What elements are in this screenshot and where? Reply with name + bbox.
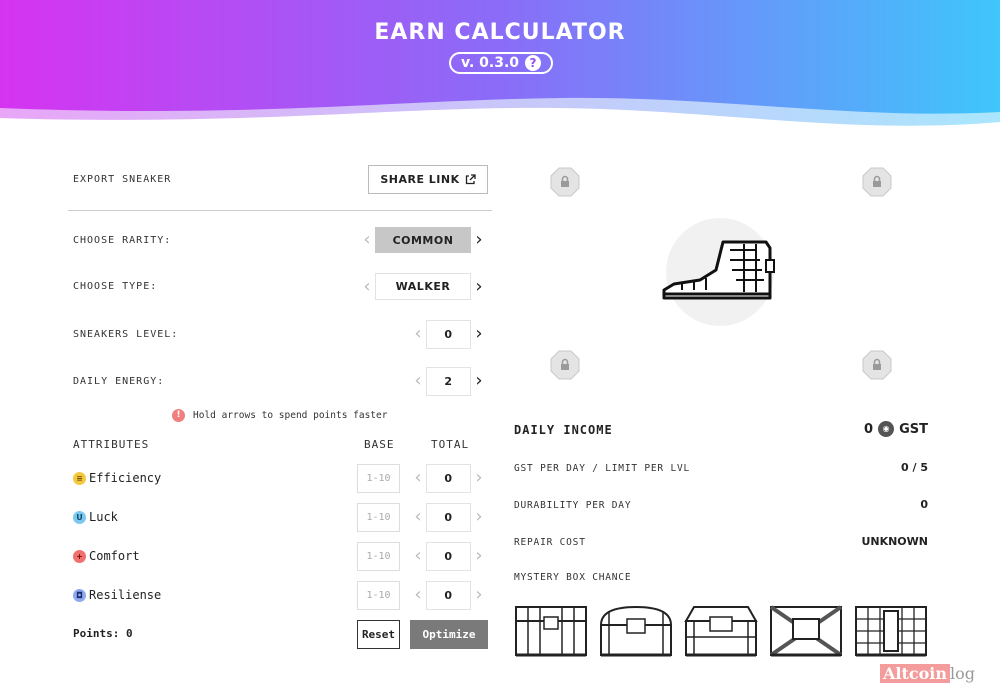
mystery-box-3-icon (684, 606, 758, 657)
mystery-box-1-icon (515, 606, 587, 657)
gem-slot-lock-icon[interactable] (550, 350, 580, 380)
luck-icon: U (73, 510, 86, 524)
page-title: EARN CALCULATOR (374, 20, 626, 45)
points-remaining: Points: 0 (73, 627, 133, 640)
gem-slot-lock-icon[interactable] (862, 167, 892, 197)
export-sneaker-label: EXPORT SNEAKER (73, 174, 172, 185)
share-link-button[interactable]: SHARE LINK (368, 165, 488, 194)
optimize-button[interactable]: Optimize (410, 620, 488, 649)
mystery-box-2-icon (599, 605, 673, 657)
rarity-label: CHOOSE RARITY: (73, 235, 172, 246)
level-prev-arrow[interactable]: ‹ (412, 325, 424, 343)
level-label: SNEAKERS LEVEL: (73, 329, 179, 340)
resilience-next-arrow[interactable]: › (473, 586, 485, 604)
sneaker-icon (662, 240, 775, 300)
total-header: TOTAL (431, 438, 470, 451)
rarity-prev-arrow[interactable]: ‹ (361, 231, 373, 249)
rarity-value: COMMON (375, 227, 471, 253)
type-label: CHOOSE TYPE: (73, 281, 158, 292)
level-next-arrow[interactable]: › (473, 325, 485, 343)
watermark: Altcoin log (880, 664, 975, 683)
base-header: BASE (364, 438, 395, 451)
daily-income-label: DAILY INCOME (514, 423, 613, 437)
resilience-total: 0 (426, 581, 471, 610)
attribute-name: Comfort (89, 549, 140, 563)
section-divider (68, 210, 492, 211)
type-prev-arrow[interactable]: ‹ (361, 278, 373, 296)
comfort-next-arrow[interactable]: › (473, 547, 485, 565)
header-banner: EARN CALCULATOR v. 0.3.0 ? (0, 0, 1000, 140)
gem-slot-lock-icon[interactable] (862, 350, 892, 380)
warning-icon: ! (172, 409, 185, 422)
attributes-header: ATTRIBUTES (73, 438, 150, 451)
comfort-icon: + (73, 549, 86, 563)
attribute-efficiency: ≡ Efficiency (73, 471, 161, 485)
luck-prev-arrow[interactable]: ‹ (412, 508, 424, 526)
daily-income-currency: GST (899, 421, 928, 437)
attribute-name: Luck (89, 510, 118, 524)
gem-slot-lock-icon[interactable] (550, 167, 580, 197)
attribute-resilience: ◘ Resiliense (73, 588, 161, 602)
comfort-total: 0 (426, 542, 471, 571)
attribute-name: Efficiency (89, 471, 162, 485)
resilience-icon: ◘ (73, 588, 86, 602)
efficiency-prev-arrow[interactable]: ‹ (412, 469, 424, 487)
comfort-base-input[interactable]: 1-10 (357, 542, 400, 571)
attribute-name: Resiliense (89, 588, 162, 602)
gst-per-day-value: 0 / 5 (901, 461, 928, 474)
durability-label: DURABILITY PER DAY (514, 500, 632, 511)
version-text: v. 0.3.0 (460, 55, 520, 71)
rarity-next-arrow[interactable]: › (473, 231, 485, 249)
level-value: 0 (426, 320, 471, 349)
share-link-label: SHARE LINK (380, 173, 460, 186)
mystery-box-5-icon (855, 606, 927, 657)
comfort-prev-arrow[interactable]: ‹ (412, 547, 424, 565)
attribute-comfort: + Comfort (73, 549, 140, 563)
energy-next-arrow[interactable]: › (473, 372, 485, 390)
external-link-icon (465, 174, 476, 185)
efficiency-total: 0 (426, 464, 471, 493)
type-value: WALKER (375, 273, 471, 300)
version-badge[interactable]: v. 0.3.0 ? (449, 52, 553, 74)
resilience-prev-arrow[interactable]: ‹ (412, 586, 424, 604)
durability-value: 0 (920, 498, 928, 511)
luck-total: 0 (426, 503, 471, 532)
energy-prev-arrow[interactable]: ‹ (412, 372, 424, 390)
mystery-box-4-icon (769, 605, 843, 657)
efficiency-icon: ≡ (73, 471, 86, 485)
watermark-part2: log (950, 664, 976, 683)
daily-income-value: 0 ◉ GST (864, 421, 928, 437)
energy-label: DAILY ENERGY: (73, 376, 165, 387)
type-next-arrow[interactable]: › (473, 278, 485, 296)
efficiency-base-input[interactable]: 1-10 (357, 464, 400, 493)
energy-value: 2 (426, 367, 471, 396)
watermark-part1: Altcoin (880, 664, 951, 683)
reset-button[interactable]: Reset (357, 620, 400, 649)
attribute-luck: U Luck (73, 510, 118, 524)
daily-income-amount: 0 (864, 421, 874, 437)
help-icon[interactable]: ? (525, 55, 542, 71)
hint-message: ! Hold arrows to spend points faster (172, 409, 387, 422)
gst-per-day-label: GST PER DAY / LIMIT PER LVL (514, 463, 691, 474)
repair-cost-value: UNKNOWN (861, 535, 928, 548)
resilience-base-input[interactable]: 1-10 (357, 581, 400, 610)
mystery-box-label: MYSTERY BOX CHANCE (514, 572, 632, 583)
luck-base-input[interactable]: 1-10 (357, 503, 400, 532)
hint-text: Hold arrows to spend points faster (193, 410, 388, 421)
repair-cost-label: REPAIR COST (514, 537, 586, 548)
gst-coin-icon: ◉ (878, 421, 895, 437)
efficiency-next-arrow[interactable]: › (473, 469, 485, 487)
luck-next-arrow[interactable]: › (473, 508, 485, 526)
